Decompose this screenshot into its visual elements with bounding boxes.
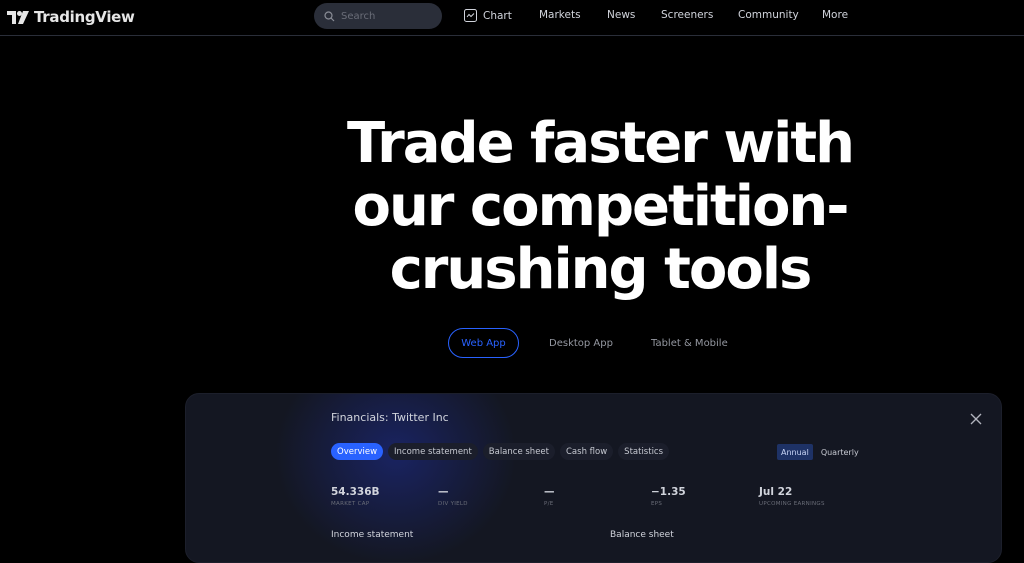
section-balance-sheet: Balance sheet bbox=[610, 530, 674, 540]
hero-headline-line: Trade faster with bbox=[347, 111, 855, 176]
stat-div-yield: — DIV YIELD bbox=[438, 486, 468, 507]
hero-headline-line: our competition- bbox=[352, 174, 849, 239]
tab-web-app[interactable]: Web App bbox=[448, 328, 519, 358]
section-income-statement: Income statement bbox=[331, 530, 414, 540]
stat-pe: — P/E bbox=[544, 486, 555, 507]
stat-eps: −1.35 EPS bbox=[651, 486, 686, 507]
tab-balance-sheet[interactable]: Balance sheet bbox=[482, 443, 555, 460]
nav-item-more[interactable]: More bbox=[822, 9, 848, 21]
nav-item-label: Screeners bbox=[661, 9, 714, 21]
hero-headline-line: crushing tools bbox=[389, 237, 813, 302]
nav-item-screeners[interactable]: Screeners bbox=[661, 9, 713, 21]
tab-overview[interactable]: Overview bbox=[331, 443, 384, 460]
tab-income-statement[interactable]: Income statement bbox=[388, 443, 478, 460]
tab-cash-flow[interactable]: Cash flow bbox=[560, 443, 614, 460]
chart-icon bbox=[464, 9, 477, 22]
stat-value: — bbox=[544, 486, 555, 498]
financials-panel: Financials: Twitter Inc Overview Income … bbox=[185, 393, 1002, 563]
nav-item-news[interactable]: News bbox=[607, 9, 635, 21]
stat-value: — bbox=[438, 486, 449, 498]
nav-item-label: Chart bbox=[483, 9, 512, 22]
stat-market-cap: 54.336B MARKET CAP bbox=[331, 486, 380, 507]
nav-item-label: Markets bbox=[539, 9, 581, 21]
main-nav: Chart Markets News Screeners Community M… bbox=[0, 0, 1024, 32]
platform-tabs: Web App Desktop App Tablet & Mobile bbox=[0, 328, 1024, 358]
stat-upcoming-earnings: Jul 22 UPCOMING EARNINGS bbox=[759, 486, 825, 507]
stat-label: MARKET CAP bbox=[331, 501, 370, 507]
stat-label: EPS bbox=[651, 501, 663, 507]
top-navigation-bar: TradingView Chart Markets News Screeners… bbox=[0, 0, 1024, 36]
tab-desktop-app[interactable]: Desktop App bbox=[549, 328, 613, 358]
nav-item-chart[interactable]: Chart bbox=[464, 9, 512, 22]
tab-tablet-mobile[interactable]: Tablet & Mobile bbox=[651, 328, 728, 358]
period-annual-button[interactable]: Annual bbox=[777, 444, 813, 460]
stat-label: UPCOMING EARNINGS bbox=[759, 501, 825, 507]
period-quarterly-button[interactable]: Quarterly bbox=[817, 444, 863, 460]
stat-label: DIV YIELD bbox=[438, 501, 468, 507]
nav-item-label: More bbox=[822, 9, 849, 21]
stat-label: P/E bbox=[544, 501, 554, 507]
nav-item-community[interactable]: Community bbox=[738, 9, 799, 21]
close-icon[interactable] bbox=[969, 412, 983, 426]
period-toggle: Annual Quarterly bbox=[777, 444, 863, 460]
nav-item-label: News bbox=[607, 9, 636, 21]
stat-value: Jul 22 bbox=[759, 486, 793, 498]
stat-value: −1.35 bbox=[651, 486, 686, 498]
financials-title: Financials: Twitter Inc bbox=[331, 411, 449, 424]
nav-item-markets[interactable]: Markets bbox=[539, 9, 581, 21]
hero-headline: Trade faster with our competition- crush… bbox=[0, 112, 1024, 301]
nav-item-label: Community bbox=[738, 9, 799, 21]
stat-value: 54.336B bbox=[331, 486, 380, 498]
financials-tabs: Overview Income statement Balance sheet … bbox=[331, 443, 670, 460]
key-stats: 54.336B MARKET CAP — DIV YIELD — P/E −1.… bbox=[331, 486, 931, 516]
tab-statistics[interactable]: Statistics bbox=[618, 443, 670, 460]
